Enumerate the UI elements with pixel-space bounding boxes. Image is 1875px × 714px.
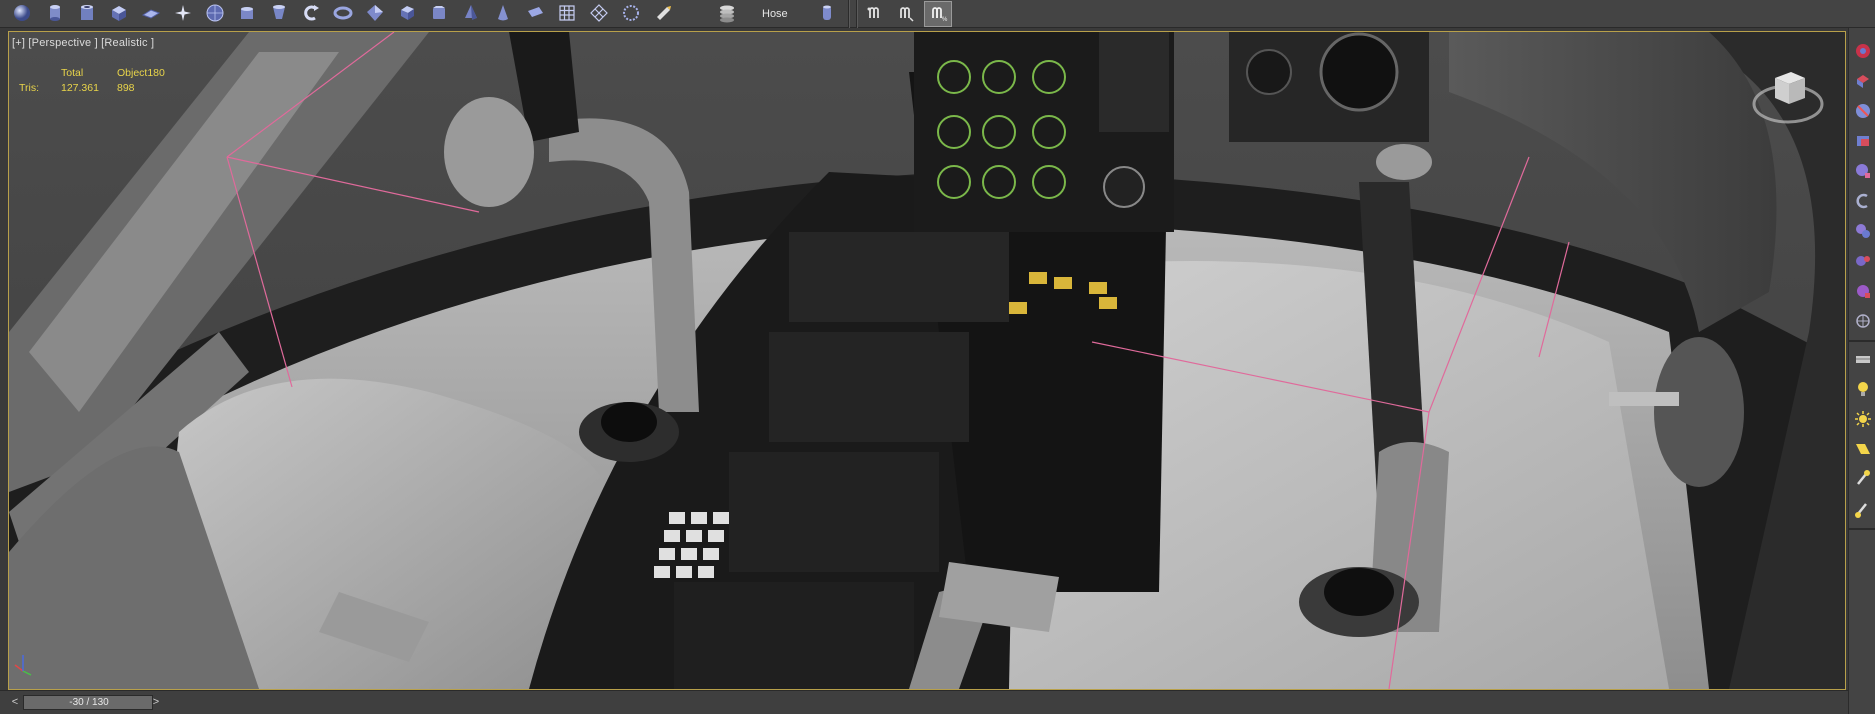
tube-icon[interactable] [76,2,98,24]
stats-header-object: Object180 [117,67,165,79]
toolbar-divider [848,0,849,28]
torus-icon[interactable] [332,2,354,24]
stats-object-value: 898 [117,82,135,94]
light-omni-icon[interactable] [1852,378,1874,400]
torus-knot-icon[interactable] [588,2,610,24]
create-geometry-icon[interactable] [1852,40,1874,62]
next-frame-button[interactable]: > [149,695,163,710]
create-shapes-icon[interactable] [1852,70,1874,92]
light-spot-icon[interactable] [1852,438,1874,460]
active-object-type-label: Hose [762,8,788,20]
patch-grids-icon[interactable] [1852,348,1874,370]
spring-icon[interactable] [300,2,322,24]
time-slider-bar: < -30 / 130 > [0,690,1848,714]
viewport-label[interactable]: [+] [Perspective ] [Realistic ] [12,37,154,49]
panel-divider [1849,340,1875,342]
cylinder-icon[interactable] [652,2,674,24]
snap-toggle-icon[interactable] [860,1,888,27]
create-helpers-icon[interactable] [1852,160,1874,182]
stats-header-total: Total [61,67,84,79]
cockpit-render [9,32,1845,689]
spindle-icon[interactable] [620,2,642,24]
hedra-icon[interactable] [364,2,386,24]
create-systems-icon[interactable] [1852,220,1874,242]
prev-frame-button[interactable]: < [8,695,22,710]
stats-spacer [19,66,61,81]
light-free-icon[interactable] [1852,498,1874,520]
light-sun-icon[interactable] [1852,408,1874,430]
stats-row-label: Tris: [19,82,40,94]
panel-divider [1849,528,1875,530]
viewport-statistics: Total Object180 Tris: 127.361 898 [19,66,165,96]
geosphere-icon[interactable] [204,2,226,24]
perspective-viewport[interactable]: [+] [Perspective ] [Realistic ] Total Ob… [8,31,1846,690]
viewport-pov-menu[interactable]: [Perspective ] [28,37,97,49]
svg-text:%: % [942,17,948,23]
frame-range-readout: -30 / 130 [69,697,109,708]
compound-objects-icon[interactable] [1852,280,1874,302]
particles-icon[interactable] [1852,310,1874,332]
sphere-icon[interactable] [11,2,33,24]
extended-primitives-icon[interactable] [1852,250,1874,272]
gengon-icon[interactable] [460,2,482,24]
prism-icon[interactable] [524,2,546,24]
box-icon[interactable] [108,2,130,24]
capsule-icon[interactable] [492,2,514,24]
command-panel-strip [1848,28,1875,714]
viewport-shading-menu[interactable]: [Realistic ] [101,37,154,49]
cone-icon[interactable] [268,2,290,24]
snap-grid-icon[interactable]: % [924,1,952,27]
pyramid-icon[interactable] [236,2,258,24]
create-spacewarps-icon[interactable] [1852,190,1874,212]
plane-icon[interactable] [140,2,162,24]
snap-options-icon[interactable] [892,1,920,27]
axis-tripod-icon [14,655,32,676]
chamfer-box-icon[interactable] [396,2,418,24]
star-icon[interactable] [172,2,194,24]
time-slider[interactable]: -30 / 130 [23,695,153,710]
viewport-general-menu[interactable]: [+] [12,37,25,49]
spring-stack-icon[interactable] [716,2,738,24]
cylinder-icon[interactable] [44,2,66,24]
grid-icon[interactable] [556,2,578,24]
stats-total-value: 127.361 [61,82,99,94]
light-target-icon[interactable] [1852,468,1874,490]
create-lights-icon[interactable] [1852,100,1874,122]
create-cameras-icon[interactable] [1852,130,1874,152]
hose-icon[interactable] [816,2,838,24]
main-toolbar: Hose % [0,0,1875,28]
oil-tank-icon[interactable] [428,2,450,24]
viewcube-icon[interactable] [1749,56,1827,134]
toolbar-divider [856,0,857,28]
